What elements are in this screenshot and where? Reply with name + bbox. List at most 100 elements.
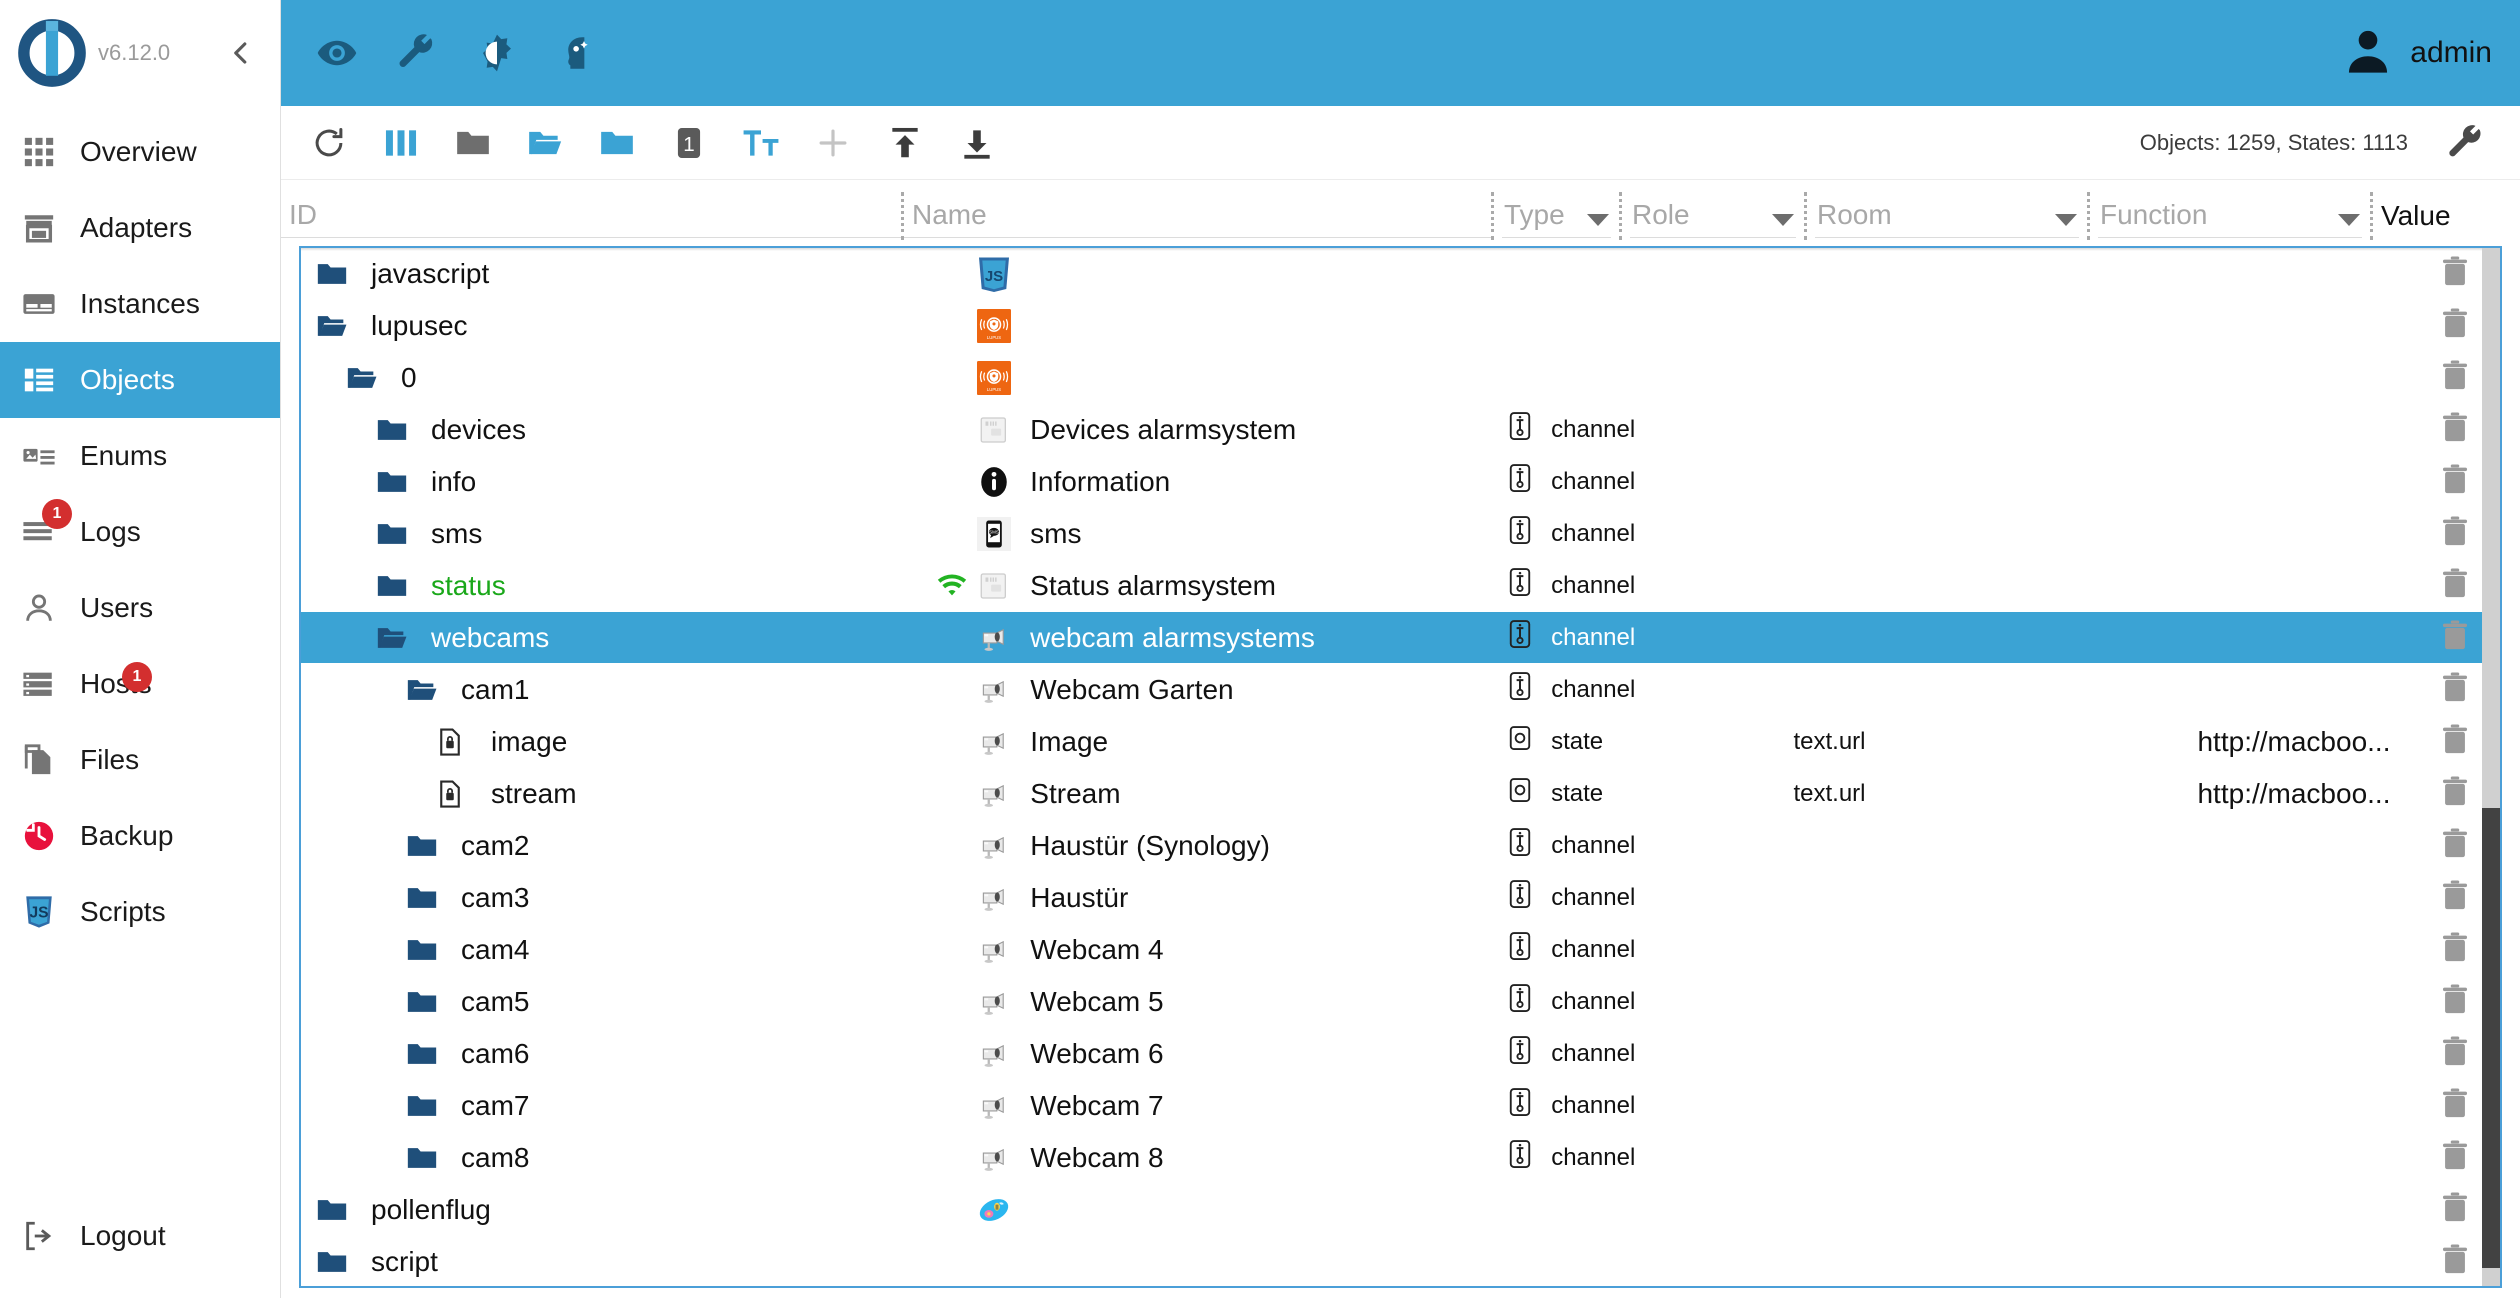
row-name-cell[interactable] (918, 1242, 1505, 1282)
sidebar-item-hosts[interactable]: Hosts 1 (0, 646, 280, 722)
function-filter-select[interactable]: Function (2098, 199, 2362, 238)
row-id-cell[interactable]: 0 (301, 359, 918, 397)
row-id-cell[interactable]: image (301, 723, 918, 761)
row-id-cell[interactable]: webcams (301, 619, 918, 657)
row-name-cell[interactable]: Webcam 7 (918, 1086, 1505, 1126)
row-id-cell[interactable]: info (301, 463, 918, 501)
table-row[interactable]: devices Devices alarmsystem channel (301, 404, 2500, 456)
row-name-cell[interactable]: webcam alarmsystems (918, 618, 1505, 658)
table-row[interactable]: cam1 Webcam Garten channel (301, 664, 2500, 716)
row-name-cell[interactable]: Haustür (Synology) (918, 826, 1505, 866)
row-name-cell[interactable]: Webcam 4 (918, 930, 1505, 970)
sidebar-item-objects[interactable]: Objects (0, 342, 280, 418)
row-name-cell[interactable]: SMS sms (918, 514, 1505, 554)
import-icon[interactable] (869, 111, 941, 175)
table-row[interactable]: cam7 Webcam 7 channel (301, 1080, 2500, 1132)
table-row[interactable]: cam4 Webcam 4 channel (301, 924, 2500, 976)
columns-icon[interactable] (365, 111, 437, 175)
chevron-left-icon[interactable] (218, 31, 262, 75)
table-row[interactable]: 0 LUPUS (301, 352, 2500, 404)
sidebar-item-logout[interactable]: Logout (0, 1198, 280, 1274)
table-row[interactable]: script (301, 1236, 2500, 1286)
user-menu[interactable]: admin (2342, 25, 2492, 82)
sidebar-item-files[interactable]: Files (0, 722, 280, 798)
table-row[interactable]: cam8 Webcam 8 channel (301, 1132, 2500, 1184)
sidebar-item-adapters[interactable]: Adapters (0, 190, 280, 266)
row-name-cell[interactable]: Status alarmsystem (918, 566, 1505, 606)
room-filter-select[interactable]: Room (1815, 199, 2079, 238)
folder-open-icon[interactable] (509, 111, 581, 175)
row-value-cell[interactable]: http://macboo... (1853, 778, 2410, 810)
row-name-cell[interactable]: Information (918, 462, 1505, 502)
vertical-scrollbar-thumb[interactable] (2482, 808, 2500, 1268)
sidebar-item-logs[interactable]: 1 Logs (0, 494, 280, 570)
vertical-scrollbar-track[interactable] (2482, 248, 2500, 1286)
row-id-cell[interactable]: pollenflug (301, 1191, 918, 1229)
row-id-cell[interactable]: cam7 (301, 1087, 918, 1125)
refresh-icon[interactable] (293, 111, 365, 175)
table-row[interactable]: javascript JS (301, 248, 2500, 300)
row-id-cell[interactable]: script (301, 1243, 918, 1281)
eye-icon[interactable] (299, 15, 375, 91)
row-name-cell[interactable]: Webcam 8 (918, 1138, 1505, 1178)
row-name-cell[interactable]: LUPUS (918, 358, 1505, 398)
table-row[interactable]: webcams webcam alarmsystems channel (301, 612, 2500, 664)
table-row[interactable]: image Image state text.url http://macboo... (301, 716, 2500, 768)
export-icon[interactable] (941, 111, 1013, 175)
toolbar-settings-wrench-icon[interactable] (2430, 111, 2502, 175)
row-id-cell[interactable]: cam8 (301, 1139, 918, 1177)
row-name-cell[interactable]: Webcam 6 (918, 1034, 1505, 1074)
depth-one-icon[interactable]: 1 (653, 111, 725, 175)
table-row[interactable]: cam2 Haustür (Synology) channel (301, 820, 2500, 872)
table-row[interactable]: cam3 Haustür channel (301, 872, 2500, 924)
table-row[interactable]: cam5 Webcam 5 channel (301, 976, 2500, 1028)
table-row[interactable]: lupusec LUPUS (301, 300, 2500, 352)
table-row[interactable]: info Information channel (301, 456, 2500, 508)
row-value-cell[interactable]: http://macboo... (1853, 726, 2410, 758)
add-icon[interactable] (797, 111, 869, 175)
sidebar-item-enums[interactable]: Enums (0, 418, 280, 494)
row-id-cell[interactable]: lupusec (301, 307, 918, 345)
row-name-cell[interactable]: Webcam Garten (918, 670, 1505, 710)
folder-closed-icon[interactable] (437, 111, 509, 175)
wrench-icon[interactable] (379, 15, 455, 91)
row-name-cell[interactable]: Haustür (918, 878, 1505, 918)
id-filter-input[interactable] (281, 199, 901, 238)
table-row[interactable]: stream Stream state text.url http://macboo..… (301, 768, 2500, 820)
text-size-icon[interactable] (725, 111, 797, 175)
row-id-cell[interactable]: cam5 (301, 983, 918, 1021)
row-id-cell[interactable]: javascript (301, 255, 918, 293)
table-row[interactable]: status Status alarmsystem channel (301, 560, 2500, 612)
sidebar-item-overview[interactable]: Overview (0, 114, 280, 190)
row-id-cell[interactable]: cam4 (301, 931, 918, 969)
sidebar-item-backup[interactable]: Backup (0, 798, 280, 874)
row-name-cell[interactable]: JS (918, 254, 1505, 294)
folder-closed-icon (375, 567, 413, 605)
row-id-cell[interactable]: cam1 (301, 671, 918, 709)
row-name-cell[interactable]: LUPUS (918, 306, 1505, 346)
row-name-cell[interactable]: Webcam 5 (918, 982, 1505, 1022)
sidebar-item-instances[interactable]: Instances (0, 266, 280, 342)
row-name-cell[interactable]: Image (918, 722, 1505, 762)
row-type-cell: channel (1505, 409, 1793, 450)
table-row[interactable]: pollenflug (301, 1184, 2500, 1236)
row-id-cell[interactable]: cam3 (301, 879, 918, 917)
row-id-cell[interactable]: status (301, 567, 918, 605)
user-icon (22, 591, 70, 625)
sidebar-item-scripts[interactable]: JS Scripts (0, 874, 280, 950)
row-id-cell[interactable]: stream (301, 775, 918, 813)
expert-mode-icon[interactable] (539, 15, 615, 91)
row-id-cell[interactable]: sms (301, 515, 918, 553)
folder-icon[interactable] (581, 111, 653, 175)
row-id-cell[interactable]: cam6 (301, 1035, 918, 1073)
row-id-cell[interactable]: devices (301, 411, 918, 449)
brightness-icon[interactable] (459, 15, 535, 91)
row-name-cell[interactable]: Stream (918, 774, 1505, 814)
row-name-cell[interactable] (918, 1190, 1505, 1230)
table-row[interactable]: cam6 Webcam 6 channel (301, 1028, 2500, 1080)
name-filter-input[interactable] (904, 199, 1491, 238)
sidebar-item-users[interactable]: Users (0, 570, 280, 646)
row-id-cell[interactable]: cam2 (301, 827, 918, 865)
table-row[interactable]: sms SMS sms channel (301, 508, 2500, 560)
row-name-cell[interactable]: Devices alarmsystem (918, 410, 1505, 450)
